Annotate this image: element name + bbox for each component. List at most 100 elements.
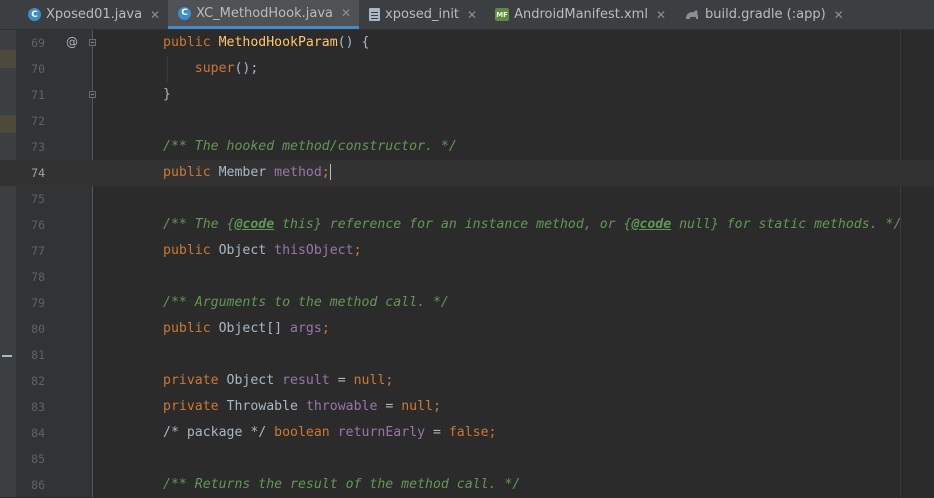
code-token: null} for static methods. */ — [671, 217, 902, 232]
java-class-icon: C — [178, 6, 192, 20]
code-token: (); — [234, 61, 259, 76]
code-token: method — [274, 165, 322, 180]
line-number: 80 — [31, 322, 45, 336]
indent-guide — [167, 56, 168, 82]
code-line[interactable]: 70 super(); — [0, 56, 934, 82]
code-line[interactable]: 71} — [0, 82, 934, 108]
code-line[interactable]: 76/** The {@code this} reference for an … — [0, 212, 934, 238]
code-line[interactable]: 82 private Object result = null; — [0, 368, 934, 394]
code-text: } — [163, 82, 171, 108]
code-token: @code — [631, 217, 672, 232]
code-text: super(); — [163, 56, 259, 82]
manifest-icon: MF — [495, 8, 510, 21]
code-text: /** Returns the result of the method cal… — [163, 472, 520, 498]
fold-icon[interactable] — [89, 39, 96, 46]
close-icon[interactable]: ✕ — [150, 8, 160, 22]
code-line[interactable]: 80 public Object[] args; — [0, 316, 934, 342]
code-line[interactable]: 83 private Throwable throwable = null; — [0, 394, 934, 420]
code-text: public Member method; — [163, 160, 331, 186]
code-token: } — [163, 87, 171, 102]
line-number: 72 — [31, 114, 45, 128]
code-token: MethodHookParam — [218, 35, 338, 50]
code-text: /** The hooked method/constructor. */ — [163, 134, 457, 160]
gradle-icon — [684, 9, 700, 21]
code-token: ; — [321, 321, 330, 336]
line-number: 74 — [31, 166, 45, 180]
code-token: = — [425, 425, 449, 440]
code-line[interactable]: 79 /** Arguments to the method call. */ — [0, 290, 934, 316]
code-token: thisObject — [274, 243, 354, 258]
code-token: public — [163, 321, 219, 336]
tab-build-gradle[interactable]: build.gradle (:app) ✕ — [674, 0, 852, 29]
code-token: Object[] — [218, 321, 291, 336]
code-token: public — [163, 243, 219, 258]
code-token: false; — [448, 425, 497, 440]
line-number: 84 — [31, 426, 45, 440]
code-text: public MethodHookParam() { — [163, 30, 369, 56]
code-text: private Object result = null; — [163, 368, 393, 394]
tab-xposed01-java[interactable]: C Xposed01.java ✕ — [0, 0, 168, 29]
code-line[interactable]: 85 — [0, 446, 934, 472]
code-line[interactable]: 75 — [0, 186, 934, 212]
code-token: throwable — [305, 399, 378, 414]
code-token: boolean — [274, 425, 338, 440]
line-number: 75 — [31, 192, 45, 206]
code-token: @code — [234, 217, 275, 232]
line-number: 81 — [31, 348, 45, 362]
code-token: ; — [353, 243, 362, 258]
code-token: = — [329, 373, 354, 388]
code-token: /** The hooked method/constructor. */ — [163, 139, 457, 154]
code-text: /* package */ boolean returnEarly = fals… — [163, 420, 497, 446]
code-token: public — [163, 165, 219, 180]
editor-tab-bar: C Xposed01.java ✕ C XC_MethodHook.java ✕… — [0, 0, 934, 30]
java-class-icon: C — [28, 8, 41, 21]
code-token: = — [377, 399, 402, 414]
text-file-icon — [369, 8, 381, 21]
code-text: /** Arguments to the method call. */ — [163, 290, 449, 316]
code-token: null; — [401, 399, 441, 414]
code-line[interactable]: 69 public MethodHookParam() { — [0, 30, 934, 56]
code-token: Object — [218, 243, 275, 258]
code-line[interactable]: 84 /* package */ boolean returnEarly = fa… — [0, 420, 934, 446]
close-icon[interactable]: ✕ — [656, 8, 666, 22]
code-token: ; — [321, 165, 330, 180]
code-line[interactable]: 74 public Member method; — [0, 160, 934, 186]
code-token: private — [163, 399, 227, 414]
code-token: public — [163, 35, 219, 50]
code-line[interactable]: 77 public Object thisObject; — [0, 238, 934, 264]
tab-xc-methodhook-java[interactable]: C XC_MethodHook.java ✕ — [168, 0, 360, 29]
code-text: private Throwable throwable = null; — [163, 394, 441, 420]
line-number: 83 — [31, 400, 45, 414]
tab-xposed-init[interactable]: xposed_init ✕ — [359, 0, 485, 29]
code-token: super — [194, 61, 235, 76]
code-token: returnEarly — [337, 425, 426, 440]
code-line[interactable]: 73 /** The hooked method/constructor. */ — [0, 134, 934, 160]
line-number: 78 — [31, 270, 45, 284]
tab-label: AndroidManifest.xml — [514, 7, 648, 22]
override-marker-icon[interactable]: @ — [66, 35, 78, 49]
code-text: public Object[] args; — [163, 316, 330, 342]
line-number: 86 — [31, 478, 45, 492]
code-line[interactable]: 81 — [0, 342, 934, 368]
code-text: /** The {@code this} reference for an in… — [163, 212, 901, 238]
tab-android-manifest[interactable]: MF AndroidManifest.xml ✕ — [485, 0, 674, 29]
close-icon[interactable]: ✕ — [341, 6, 351, 20]
code-token: private — [163, 373, 227, 388]
line-number: 71 — [31, 88, 45, 102]
line-number: 73 — [31, 140, 45, 154]
fold-icon[interactable] — [89, 91, 96, 98]
code-line[interactable]: 86 /** Returns the result of the method c… — [0, 472, 934, 498]
close-icon[interactable]: ✕ — [834, 8, 844, 22]
code-line[interactable]: 78 — [0, 264, 934, 290]
line-number: 82 — [31, 374, 45, 388]
code-token: this} reference for an instance method, … — [274, 217, 632, 232]
line-number: 85 — [31, 452, 45, 466]
line-number: 69 — [31, 36, 45, 50]
code-line[interactable]: 72 — [0, 108, 934, 134]
code-token: /** Arguments to the method call. */ — [163, 295, 449, 310]
code-token: () { — [337, 35, 370, 50]
code-token: result — [282, 373, 330, 388]
text-caret — [329, 164, 331, 180]
code-token: Member — [218, 165, 275, 180]
close-icon[interactable]: ✕ — [467, 8, 477, 22]
